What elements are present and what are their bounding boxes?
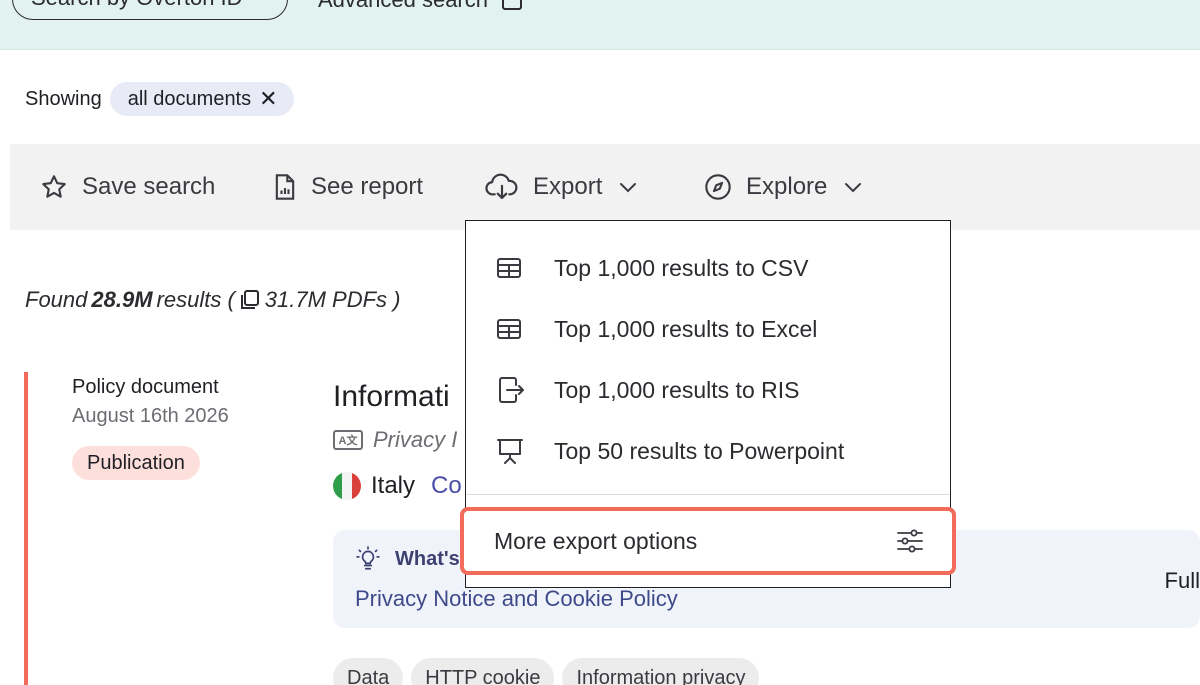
lightbulb-icon xyxy=(356,546,380,570)
table-icon xyxy=(497,319,521,339)
explore-label: Explore xyxy=(746,173,828,200)
explore-dropdown-button[interactable]: Explore xyxy=(704,144,865,230)
sliders-icon xyxy=(897,529,923,553)
export-menu: Top 1,000 results to CSV Top 1,000 resul… xyxy=(460,220,956,588)
more-export-options-label: More export options xyxy=(494,527,698,554)
more-export-options-button[interactable]: More export options xyxy=(460,507,956,575)
cloud-download-icon xyxy=(485,173,518,200)
topic-tags: Data HTTP cookie Information privacy xyxy=(333,658,760,685)
result-accent-bar xyxy=(24,372,28,685)
full-text-link[interactable]: Full xyxy=(1165,568,1200,594)
menu-divider xyxy=(466,494,950,495)
document-type: Policy document xyxy=(72,376,219,398)
advanced-search-link[interactable]: Advanced search xyxy=(318,0,522,12)
results-summary: Found 28.9M results ( 31.7M PDFs ) xyxy=(25,287,401,313)
export-file-icon xyxy=(499,377,524,403)
italy-flag-icon xyxy=(333,472,361,500)
export-label: Export xyxy=(533,173,603,200)
export-csv-label: Top 1,000 results to CSV xyxy=(554,254,809,281)
summary-heading-text: What's xyxy=(395,547,460,570)
found-prefix: Found xyxy=(25,287,88,312)
results-toolbar: Save search See report Export Explore xyxy=(10,144,1200,230)
external-link-icon xyxy=(502,0,522,10)
chevron-down-icon xyxy=(845,183,862,193)
table-icon xyxy=(497,258,521,278)
save-search-label: Save search xyxy=(82,173,216,200)
see-report-button[interactable]: See report xyxy=(273,144,423,230)
see-report-label: See report xyxy=(311,173,424,200)
translated-title-row: A文 Privacy I xyxy=(333,427,457,453)
results-word: results ( xyxy=(156,287,235,312)
document-date: August 16th 2026 xyxy=(72,405,229,427)
topic-tag[interactable]: HTTP cookie xyxy=(411,658,555,685)
export-powerpoint-item[interactable]: Top 50 results to Powerpoint xyxy=(466,421,950,481)
report-icon xyxy=(275,174,295,200)
star-icon xyxy=(42,175,66,198)
country-name: Italy xyxy=(371,472,416,499)
close-icon[interactable]: ✕ xyxy=(259,88,277,110)
summary-heading: What's xyxy=(355,546,460,572)
compass-icon xyxy=(705,174,731,200)
export-excel-item[interactable]: Top 1,000 results to Excel xyxy=(466,299,950,359)
save-search-button[interactable]: Save search xyxy=(40,144,215,230)
publication-tag[interactable]: Publication xyxy=(72,446,200,480)
presentation-icon xyxy=(497,439,523,464)
showing-label: Showing xyxy=(25,87,102,110)
results-count: 28.9M xyxy=(91,287,153,312)
filter-chip-all-documents[interactable]: all documents ✕ xyxy=(109,82,294,116)
export-ris-item[interactable]: Top 1,000 results to RIS xyxy=(466,360,950,420)
copy-pdf-icon xyxy=(240,290,259,309)
pdf-count: 31.7M PDFs ) xyxy=(264,287,401,312)
source-link[interactable]: Co xyxy=(431,472,462,500)
filter-chip-label: all documents xyxy=(127,87,252,110)
topic-tag[interactable]: Data xyxy=(333,658,404,685)
advanced-search-label: Advanced search xyxy=(318,0,488,13)
export-ris-label: Top 1,000 results to RIS xyxy=(554,376,800,403)
export-excel-label: Top 1,000 results to Excel xyxy=(554,315,818,342)
search-by-id-button[interactable]: Search by Overton ID xyxy=(12,0,288,20)
result-title[interactable]: Informati xyxy=(333,380,450,414)
search-band: Search by Overton ID Advanced search xyxy=(0,0,1200,50)
summary-link[interactable]: Privacy Notice and Cookie Policy xyxy=(355,586,678,612)
export-powerpoint-label: Top 50 results to Powerpoint xyxy=(554,437,845,464)
export-csv-item[interactable]: Top 1,000 results to CSV xyxy=(466,238,950,298)
country-row: Italy Co xyxy=(333,472,462,500)
translated-title: Privacy I xyxy=(373,427,458,452)
export-dropdown-button[interactable]: Export xyxy=(485,144,640,230)
chevron-down-icon xyxy=(620,183,637,193)
translate-icon: A文 xyxy=(333,430,363,450)
active-filters: Showing all documents ✕ xyxy=(25,82,294,116)
topic-tag[interactable]: Information privacy xyxy=(562,658,760,685)
